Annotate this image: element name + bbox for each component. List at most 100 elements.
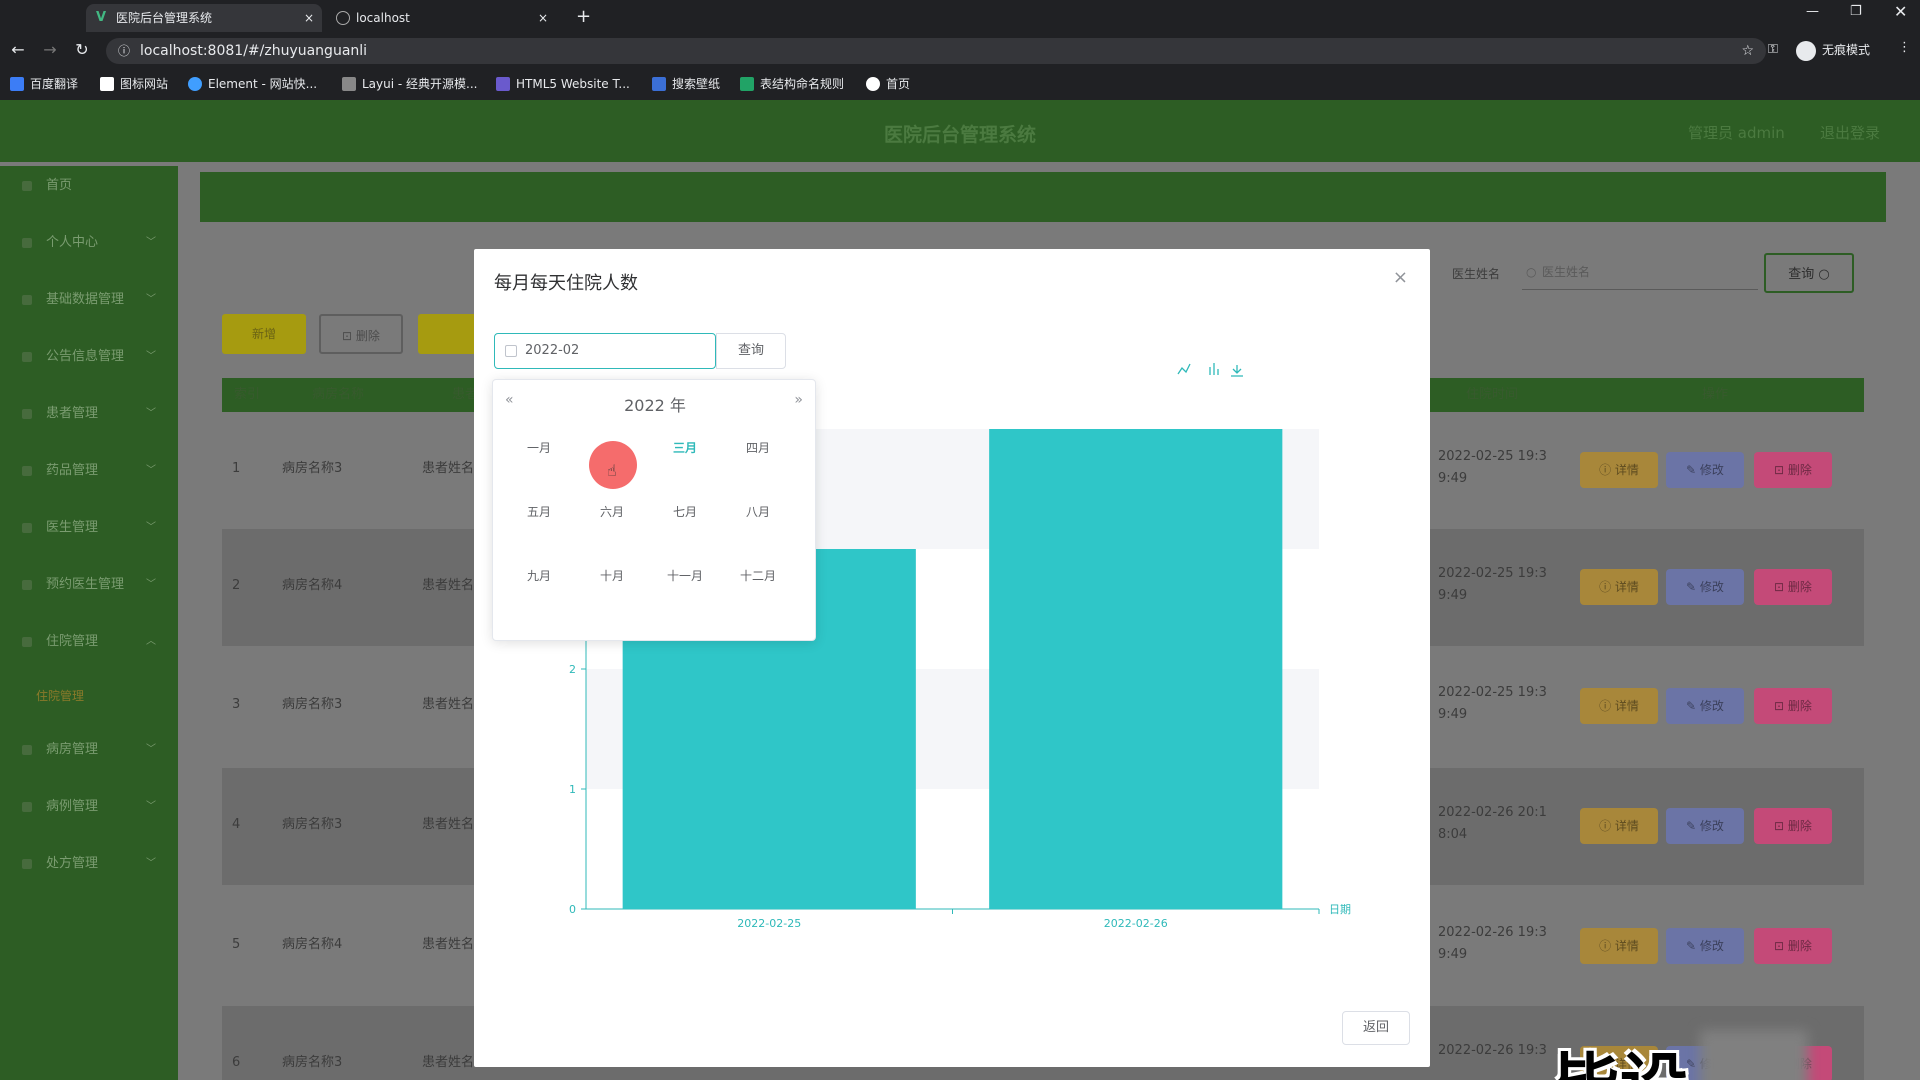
- close-window-icon[interactable]: ✕: [1894, 2, 1907, 21]
- remove-button[interactable]: ⊡ 删除: [1754, 688, 1832, 724]
- add-button[interactable]: 新增: [222, 314, 306, 354]
- bookmark[interactable]: HTML5 Website T...: [496, 76, 630, 92]
- sidebar-item[interactable]: 预约医生管理 ﹀: [0, 565, 178, 605]
- info-icon: ⓘ: [118, 44, 131, 58]
- bookmark[interactable]: Layui - 经典开源模...: [342, 76, 477, 92]
- chevron-down-icon: ﹀: [146, 579, 156, 590]
- bar[interactable]: [989, 429, 1283, 909]
- next-year-icon[interactable]: »: [794, 392, 803, 408]
- search-button[interactable]: 查询 ○: [1764, 253, 1854, 293]
- chevron-down-icon: ﹀: [146, 408, 156, 419]
- sidebar-item[interactable]: 住院管理: [0, 676, 178, 716]
- sidebar-item[interactable]: 病房管理 ﹀: [0, 730, 178, 770]
- logout-link[interactable]: 退出登录: [1820, 122, 1880, 143]
- month-cell[interactable]: 十一月: [655, 558, 715, 594]
- sidebar-item[interactable]: 首页: [0, 166, 178, 206]
- detail-button[interactable]: ⓘ 详情: [1580, 452, 1658, 488]
- export-button[interactable]: [418, 314, 478, 354]
- download-icon[interactable]: [1231, 365, 1243, 377]
- sidebar-item[interactable]: 公告信息管理 ﹀: [0, 337, 178, 377]
- table-cell-time: 2022-02-25 19:3 9:49: [1438, 566, 1547, 603]
- search-input[interactable]: ○ 医生姓名: [1522, 254, 1758, 290]
- detail-button[interactable]: ⓘ 详情: [1580, 808, 1658, 844]
- month-cell[interactable]: 九月: [509, 558, 569, 594]
- close-tab-icon[interactable]: ×: [538, 4, 548, 32]
- remove-button[interactable]: ⊡ 删除: [1754, 928, 1832, 964]
- sidebar-item[interactable]: 病例管理 ﹀: [0, 787, 178, 827]
- month-cell[interactable]: 七月: [655, 494, 715, 530]
- month-cell[interactable]: 三月: [655, 430, 715, 466]
- breadcrumb: [200, 172, 1886, 222]
- month-cell[interactable]: 八月: [728, 494, 788, 530]
- sidebar-item[interactable]: 基础数据管理 ﹀: [0, 280, 178, 320]
- close-tab-icon[interactable]: ×: [304, 4, 314, 32]
- search-icon: ○: [1526, 265, 1537, 279]
- edit-button[interactable]: ✎ 修改: [1666, 808, 1744, 844]
- month-cell[interactable]: 五月: [509, 494, 569, 530]
- sidebar-item[interactable]: 医生管理 ﹀: [0, 508, 178, 548]
- line-chart-icon[interactable]: [1177, 363, 1191, 375]
- edit-button[interactable]: ✎ 修改: [1666, 688, 1744, 724]
- y-tick-label: 0: [569, 903, 576, 916]
- month-cell[interactable]: 一月: [509, 430, 569, 466]
- remove-icon: ⊡: [1774, 819, 1788, 833]
- tab-title: localhost: [356, 11, 410, 25]
- edit-button[interactable]: ✎ 修改: [1666, 452, 1744, 488]
- detail-button[interactable]: ⓘ 详情: [1580, 569, 1658, 605]
- bookmark[interactable]: 首页: [866, 76, 910, 92]
- table-cell: 病房名称3: [282, 461, 343, 476]
- bookmark[interactable]: 图标网站: [100, 76, 168, 92]
- new-tab-icon[interactable]: +: [576, 6, 591, 27]
- bookmark[interactable]: 百度翻译: [10, 76, 78, 92]
- chevron-down-icon: ﹀: [146, 294, 156, 305]
- back-icon[interactable]: ←: [8, 40, 28, 59]
- remove-button[interactable]: ⊡ 删除: [1754, 569, 1832, 605]
- month-cell[interactable]: 十月: [582, 558, 642, 594]
- menu-item-icon: [22, 238, 32, 248]
- sidebar-item[interactable]: 住院管理 ︿: [0, 622, 178, 662]
- bookmark[interactable]: Element - 网站快...: [188, 76, 317, 92]
- admin-label: 管理员 admin: [1688, 124, 1785, 142]
- menu-icon[interactable]: ⋮: [1898, 40, 1911, 55]
- remove-button[interactable]: ⊡ 删除: [1754, 808, 1832, 844]
- incognito-badge[interactable]: 无痕模式: [1796, 40, 1870, 61]
- remove-button[interactable]: ⊡ 删除: [1754, 452, 1832, 488]
- bookmark[interactable]: 表结构命名规则: [740, 76, 844, 92]
- tab-active[interactable]: V 医院后台管理系统 ×: [86, 4, 322, 32]
- sidebar-item[interactable]: 药品管理 ﹀: [0, 451, 178, 491]
- edit-icon: ✎: [1686, 819, 1700, 833]
- address-bar[interactable]: ⓘ localhost:8081/#/zhuyuanguanli ☆: [106, 38, 1766, 64]
- sidebar-item[interactable]: 患者管理 ﹀: [0, 394, 178, 434]
- incognito-icon: [1796, 40, 1816, 61]
- y-tick-label: 1: [569, 783, 576, 796]
- forward-icon[interactable]: →: [40, 40, 60, 59]
- bar-chart: 0 1 2 2022-02-25 2022-02-26 日期: [569, 363, 1351, 930]
- month-cell[interactable]: 六月: [582, 494, 642, 530]
- back-button[interactable]: 返回: [1342, 1011, 1410, 1045]
- table-cell: 患者姓名: [422, 817, 475, 832]
- restore-icon[interactable]: ❐: [1850, 4, 1862, 19]
- table-cell: 2: [232, 578, 241, 593]
- edit-button[interactable]: ✎ 修改: [1666, 928, 1744, 964]
- key-icon[interactable]: ⚿: [1768, 42, 1778, 57]
- detail-icon: ⓘ: [1599, 819, 1615, 833]
- sidebar-item[interactable]: 个人中心 ﹀: [0, 223, 178, 263]
- detail-button[interactable]: ⓘ 详情: [1580, 928, 1658, 964]
- detail-button[interactable]: ⓘ 详情: [1580, 688, 1658, 724]
- month-cell[interactable]: 四月: [728, 430, 788, 466]
- table-cell: 患者姓名: [422, 937, 475, 952]
- menu-item-icon: [22, 409, 32, 419]
- month-cell[interactable]: 十二月: [728, 558, 788, 594]
- table-cell-time: 2022-02-25 19:3 9:49: [1438, 685, 1547, 722]
- edit-button[interactable]: ✎ 修改: [1666, 569, 1744, 605]
- bar-chart-icon[interactable]: [1209, 363, 1219, 375]
- bookmark[interactable]: 搜索壁纸: [652, 76, 720, 92]
- tab-title: 医院后台管理系统: [116, 11, 213, 25]
- star-icon[interactable]: ☆: [1741, 38, 1754, 64]
- delete-button[interactable]: ⊡ 删除: [319, 314, 403, 354]
- remove-icon: ⊡: [1774, 939, 1788, 953]
- reload-icon[interactable]: ↻: [72, 40, 92, 59]
- minimize-icon[interactable]: —: [1806, 4, 1819, 19]
- tab-inactive[interactable]: localhost ×: [326, 4, 556, 32]
- sidebar-item[interactable]: 处方管理 ﹀: [0, 844, 178, 884]
